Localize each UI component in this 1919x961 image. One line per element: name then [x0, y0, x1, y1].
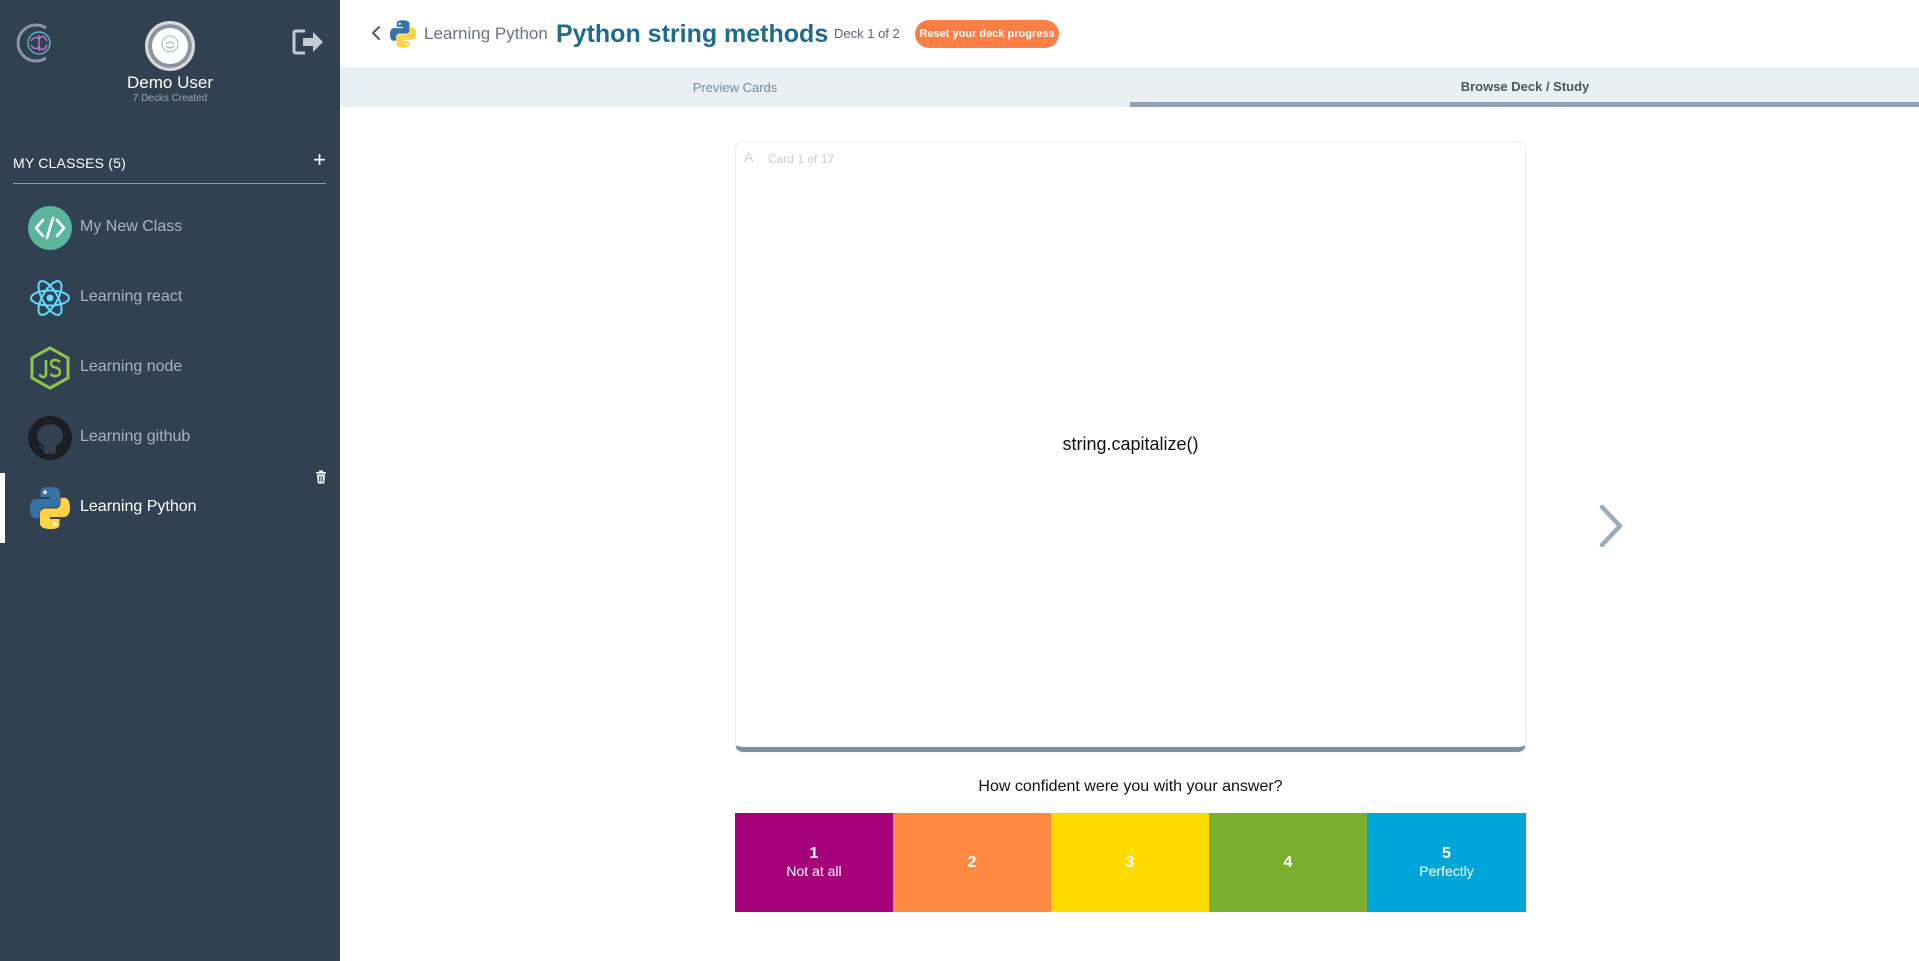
code-icon [28, 206, 72, 250]
rating-number: 2 [967, 853, 977, 871]
add-class-button[interactable]: + [313, 147, 326, 173]
confidence-question: How confident were you with your answer? [978, 778, 1283, 795]
decks-created-count: 7 Decks Created [132, 93, 208, 104]
tab-preview-cards[interactable]: Preview Cards [340, 67, 1130, 107]
rating-number: 1 [809, 845, 819, 862]
deck-header: Learning Python Python string methods De… [340, 0, 1919, 67]
logout-icon[interactable] [291, 27, 325, 57]
tab-browse-deck[interactable]: Browse Deck / Study [1130, 67, 1919, 107]
reset-progress-button[interactable]: Reset your deck progress [915, 20, 1059, 48]
tab-bar: Preview Cards Browse Deck / Study [340, 67, 1919, 107]
react-icon [30, 280, 70, 316]
chevron-right-icon[interactable] [1597, 503, 1625, 549]
card-content: string.capitalize() [1062, 434, 1199, 454]
sidebar-item-label: Learning react [80, 288, 183, 305]
rating-label: Perfectly [1419, 863, 1474, 879]
python-icon [30, 487, 70, 529]
classes-header: MY CLASSES (5) + [13, 147, 326, 184]
classes-title: MY CLASSES (5) [13, 155, 127, 171]
user-name: Demo User [127, 73, 213, 92]
python-icon [389, 20, 417, 48]
sidebar-item-learning-node[interactable]: Learning node [0, 333, 340, 403]
breadcrumb-class-link[interactable]: Learning Python [424, 24, 548, 44]
sidebar-item-learning-github[interactable]: Learning github [0, 403, 340, 473]
deck-position: Deck 1 of 2 [834, 26, 900, 41]
github-icon [28, 416, 72, 460]
sidebar-item-my-new-class[interactable]: My New Class [0, 193, 340, 263]
avatar[interactable] [145, 21, 195, 71]
confidence-rating-5[interactable]: 5 Perfectly [1367, 813, 1526, 912]
chevron-left-icon[interactable] [370, 23, 382, 43]
flashcard[interactable]: A Card 1 of 17 string.capitalize() [735, 141, 1526, 752]
page-title: Python string methods [556, 20, 829, 48]
sidebar: Demo User 7 Decks Created MY CLASSES (5)… [0, 0, 340, 961]
rating-number: 5 [1442, 845, 1451, 862]
rating-number: 4 [1283, 853, 1293, 871]
card-side-label: A [744, 149, 754, 165]
trash-icon[interactable] [315, 470, 327, 484]
card-counter: Card 1 of 17 [768, 152, 835, 166]
sidebar-item-learning-python[interactable]: Learning Python [0, 473, 340, 543]
sidebar-item-label: My New Class [80, 218, 183, 235]
sidebar-item-learning-react[interactable]: Learning react [0, 263, 340, 333]
sidebar-item-label: Learning node [80, 358, 183, 375]
rating-label: Not at all [786, 863, 842, 879]
confidence-rating-2[interactable]: 2 [893, 813, 1051, 912]
rating-number: 3 [1125, 853, 1135, 871]
nodejs-icon [30, 346, 70, 390]
confidence-rating-4[interactable]: 4 [1209, 813, 1367, 912]
confidence-rating-1[interactable]: 1 Not at all [735, 813, 893, 912]
confidence-rating-3[interactable]: 3 [1051, 813, 1209, 912]
brain-logo-icon[interactable] [16, 22, 58, 64]
sidebar-item-label: Learning Python [80, 498, 197, 515]
sidebar-item-label: Learning github [80, 428, 191, 445]
